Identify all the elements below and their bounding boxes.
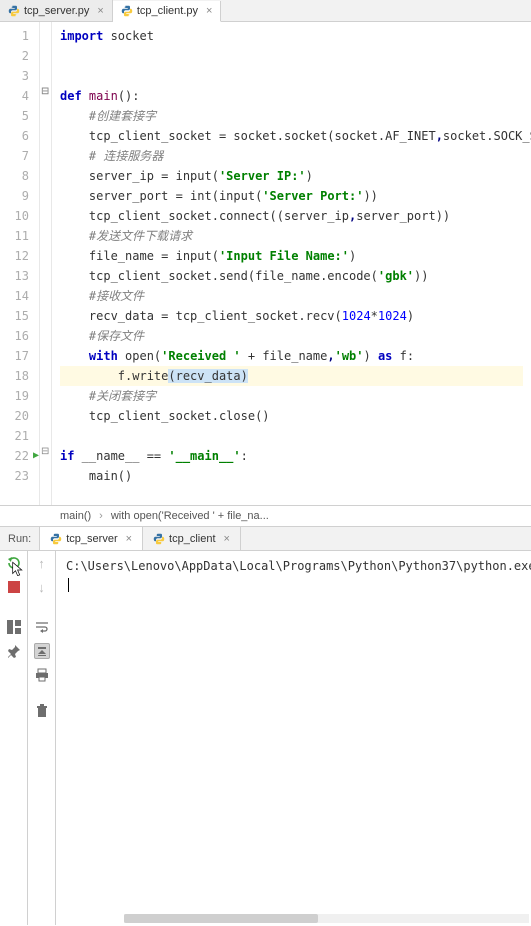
tab-tcp-server[interactable]: tcp_server.py × — [0, 0, 113, 21]
close-icon[interactable]: × — [97, 5, 103, 17]
horizontal-scrollbar[interactable] — [124, 914, 529, 923]
run-toolbar-left — [0, 551, 28, 925]
down-arrow-icon[interactable]: ↓ — [34, 579, 50, 595]
pin-icon[interactable] — [6, 643, 22, 659]
rerun-icon[interactable] — [6, 555, 22, 571]
breadcrumb-item[interactable]: with open('Received ' + file_na... — [111, 510, 269, 522]
python-file-icon — [8, 5, 20, 17]
breadcrumb-item[interactable]: main() — [60, 510, 91, 522]
chevron-right-icon: › — [99, 510, 103, 522]
run-toolbar-secondary: ↑ ↓ — [28, 551, 56, 925]
console-output[interactable]: C:\Users\Lenovo\AppData\Local\Programs\P… — [56, 551, 531, 925]
trash-icon[interactable] — [34, 703, 50, 719]
run-tab-label: tcp_client — [169, 533, 215, 545]
console-line: C:\Users\Lenovo\AppData\Local\Programs\P… — [66, 559, 531, 573]
tab-label: tcp_client.py — [137, 5, 198, 17]
tab-tcp-client[interactable]: tcp_client.py × — [113, 1, 222, 22]
close-icon[interactable]: × — [126, 533, 132, 545]
python-icon — [50, 533, 62, 545]
layout-icon[interactable] — [6, 619, 22, 635]
scroll-to-end-icon[interactable] — [34, 643, 50, 659]
code-area[interactable]: import socket def main(): #创建套接字 tcp_cli… — [52, 22, 531, 505]
run-panel-body: ↑ ↓ C:\Users\Lenovo\AppData\Local\Progra… — [0, 551, 531, 925]
caret — [68, 578, 69, 592]
soft-wrap-icon[interactable] — [34, 619, 50, 635]
file-tabs: tcp_server.py × tcp_client.py × — [0, 0, 531, 22]
run-panel-header: Run: tcp_server × tcp_client × — [0, 527, 531, 551]
breadcrumb[interactable]: main() › with open('Received ' + file_na… — [0, 505, 531, 527]
tab-label: tcp_server.py — [24, 5, 89, 17]
close-icon[interactable]: × — [206, 5, 212, 17]
print-icon[interactable] — [34, 667, 50, 683]
python-icon — [153, 533, 165, 545]
gutter: 12345678910111213141516171819202122▶23 — [0, 22, 40, 505]
editor: 12345678910111213141516171819202122▶23 ⊟… — [0, 22, 531, 505]
fold-column: ⊟⊟⊟ — [40, 22, 52, 505]
run-tab-label: tcp_server — [66, 533, 117, 545]
python-file-icon — [121, 5, 133, 17]
run-panel-title: Run: — [0, 527, 40, 550]
scrollbar-thumb[interactable] — [124, 914, 318, 923]
stop-icon[interactable] — [6, 579, 22, 595]
close-icon[interactable]: × — [224, 533, 230, 545]
up-arrow-icon[interactable]: ↑ — [34, 555, 50, 571]
run-tab-client[interactable]: tcp_client × — [143, 527, 241, 550]
run-tab-server[interactable]: tcp_server × — [40, 527, 143, 550]
